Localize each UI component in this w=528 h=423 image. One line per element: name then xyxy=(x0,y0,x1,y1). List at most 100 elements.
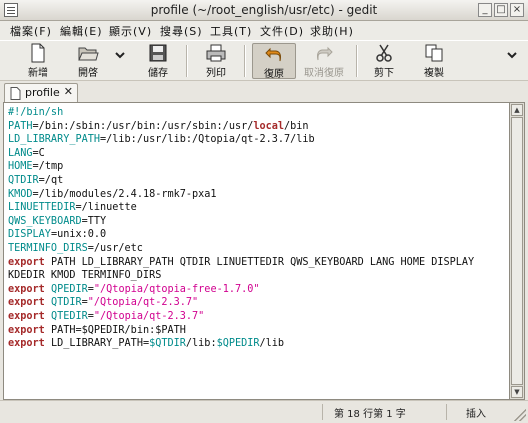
code-line[interactable]: LD_LIBRARY_PATH=/lib:/usr/lib:/Qtopia/qt… xyxy=(8,133,474,147)
code-line[interactable]: export PATH=$QPEDIR/bin:$PATH xyxy=(8,324,474,338)
code-line[interactable]: LINUETTEDIR=/linuette xyxy=(8,201,474,215)
copy-button[interactable]: 複製 xyxy=(416,43,452,79)
code-line[interactable]: export QTEDIR="/Qtopia/qt-2.3.7" xyxy=(8,310,474,324)
status-divider xyxy=(446,404,447,420)
scrollbar-thumb[interactable] xyxy=(511,117,523,385)
resize-grip[interactable] xyxy=(514,409,526,421)
code-token: "/Qtopia/qt-2.3.7" xyxy=(87,297,199,309)
toolbar-separator xyxy=(356,45,358,77)
menu-tools[interactable]: 工具(T) xyxy=(210,23,252,39)
minimize-icon[interactable]: _ xyxy=(478,3,492,17)
save-button[interactable]: 儲存 xyxy=(140,43,176,79)
new-button[interactable]: 新增 xyxy=(20,43,56,79)
code-token: HOME xyxy=(8,161,33,173)
status-bar: 第 18 行第 1 字 插入 xyxy=(0,400,528,423)
code-token: export xyxy=(8,338,45,350)
redo-button[interactable]: 取消復原 xyxy=(300,43,348,79)
code-token: export xyxy=(8,283,45,295)
undo-label: 復原 xyxy=(264,69,284,80)
code-content[interactable]: #!/bin/sh PATH=/bin:/sbin:/usr/bin:/usr/s… xyxy=(8,106,474,351)
code-token: =C xyxy=(32,147,45,159)
toolbar-overflow-button[interactable] xyxy=(504,43,520,79)
title-bar: profile (~/root_english/usr/etc) - gedit… xyxy=(0,0,528,21)
code-token: "/Qtopia/qt-2.3.7" xyxy=(93,310,205,322)
code-line[interactable]: DISPLAY=unix:0.0 xyxy=(8,228,474,242)
code-token: /bin xyxy=(284,120,309,132)
code-token: =/usr/etc xyxy=(87,242,143,254)
code-token: export xyxy=(8,256,45,268)
text-editor[interactable]: #!/bin/sh PATH=/bin:/sbin:/usr/bin:/usr/s… xyxy=(3,102,510,400)
code-token: QPEDIR xyxy=(50,283,88,295)
code-token: DISPLAY xyxy=(8,229,51,241)
code-line[interactable]: export LD_LIBRARY_PATH=$QTDIR/lib:$QPEDI… xyxy=(8,337,474,351)
code-token: PATH=$QPEDIR/bin:$PATH xyxy=(44,324,186,336)
code-line[interactable]: #!/bin/sh xyxy=(8,106,474,120)
undo-arrow-icon xyxy=(265,47,281,62)
code-line[interactable]: KMOD=/lib/modules/2.4.18-rmk7-pxa1 xyxy=(8,188,474,202)
print-button[interactable]: 列印 xyxy=(198,43,234,79)
toolbar-separator xyxy=(186,45,188,77)
cursor-position: 第 18 行第 1 字 xyxy=(334,409,406,420)
scissors-icon xyxy=(376,44,392,62)
toolbar-separator xyxy=(244,45,246,77)
code-token: PATH LD_LIBRARY_PATH QTDIR LINUETTEDIR Q… xyxy=(44,256,475,268)
vertical-scrollbar[interactable]: ▲ ▼ xyxy=(510,102,525,400)
code-token: /lib xyxy=(259,338,285,350)
code-token: QTDIR xyxy=(8,174,39,186)
code-token: PATH xyxy=(8,120,33,132)
menu-edit[interactable]: 編輯(E) xyxy=(60,23,103,39)
menu-view[interactable]: 顯示(V) xyxy=(109,23,152,39)
scroll-up-icon[interactable]: ▲ xyxy=(511,104,523,116)
menu-help[interactable]: 求助(H) xyxy=(310,23,354,39)
tab-label: profile xyxy=(25,86,60,99)
save-label: 儲存 xyxy=(148,68,168,79)
code-token: #!/bin/sh xyxy=(8,107,64,118)
new-document-icon xyxy=(31,43,45,63)
menu-documents[interactable]: 文件(D) xyxy=(260,23,304,39)
code-line[interactable]: export PATH LD_LIBRARY_PATH QTDIR LINUET… xyxy=(8,256,474,270)
tab-profile[interactable]: profile ✕ xyxy=(4,83,78,102)
chevron-down-icon xyxy=(507,52,517,59)
code-line[interactable]: QTDIR=/qt xyxy=(8,174,474,188)
code-line[interactable]: export QTDIR="/Qtopia/qt-2.3.7" xyxy=(8,296,474,310)
code-token: LD_LIBRARY_PATH= xyxy=(44,338,150,350)
code-token: TERMINFO_DIRS xyxy=(8,242,88,254)
code-line[interactable]: KDEDIR KMOD TERMINFO_DIRS xyxy=(8,269,474,283)
redo-label: 取消復原 xyxy=(304,68,344,79)
code-token: "/Qtopia/qtopia-free-1.7.0" xyxy=(93,283,260,295)
code-line[interactable]: PATH=/bin:/sbin:/usr/bin:/usr/sbin:/usr/… xyxy=(8,120,474,134)
open-folder-icon xyxy=(78,47,99,61)
code-token: export xyxy=(8,310,45,322)
code-line[interactable]: HOME=/tmp xyxy=(8,160,474,174)
menu-file[interactable]: 檔案(F) xyxy=(10,23,52,39)
undo-button[interactable]: 復原 xyxy=(252,43,296,80)
open-button[interactable]: 開啓 xyxy=(68,43,108,79)
code-token: =/linuette xyxy=(75,202,137,214)
cut-button[interactable]: 剪下 xyxy=(366,43,402,79)
code-line[interactable]: export QPEDIR="/Qtopia/qtopia-free-1.7.0… xyxy=(8,283,474,297)
maximize-icon[interactable]: □ xyxy=(494,3,508,17)
printer-icon xyxy=(206,44,226,62)
code-token: $QPEDIR xyxy=(216,338,260,350)
code-token: /lib: xyxy=(185,338,217,350)
open-recent-dropdown[interactable] xyxy=(113,43,127,79)
close-icon[interactable]: × xyxy=(510,3,524,17)
cut-label: 剪下 xyxy=(374,68,394,79)
code-token: =/lib:/usr/lib:/Qtopia/qt-2.3.7/lib xyxy=(100,134,315,146)
code-line[interactable]: LANG=C xyxy=(8,147,474,161)
open-label: 開啓 xyxy=(78,68,98,79)
toolbar: 新增 開啓 儲存 列印 復原 取消復原 剪下 複製 xyxy=(0,40,528,81)
code-line[interactable]: QWS_KEYBOARD=TTY xyxy=(8,215,474,229)
code-token: LD_LIBRARY_PATH xyxy=(8,134,101,146)
document-tabs: profile ✕ xyxy=(0,81,528,102)
menu-search[interactable]: 搜尋(S) xyxy=(160,23,203,39)
code-token: export xyxy=(8,297,45,309)
scroll-down-icon[interactable]: ▼ xyxy=(511,386,523,398)
code-token: QTDIR xyxy=(50,297,82,309)
redo-arrow-icon xyxy=(317,46,333,61)
code-token: $QTDIR xyxy=(149,338,186,350)
code-line[interactable]: TERMINFO_DIRS=/usr/etc xyxy=(8,242,474,256)
copy-documents-icon xyxy=(425,44,443,62)
tab-close-icon[interactable]: ✕ xyxy=(64,85,73,98)
code-token: LINUETTEDIR xyxy=(8,202,76,214)
